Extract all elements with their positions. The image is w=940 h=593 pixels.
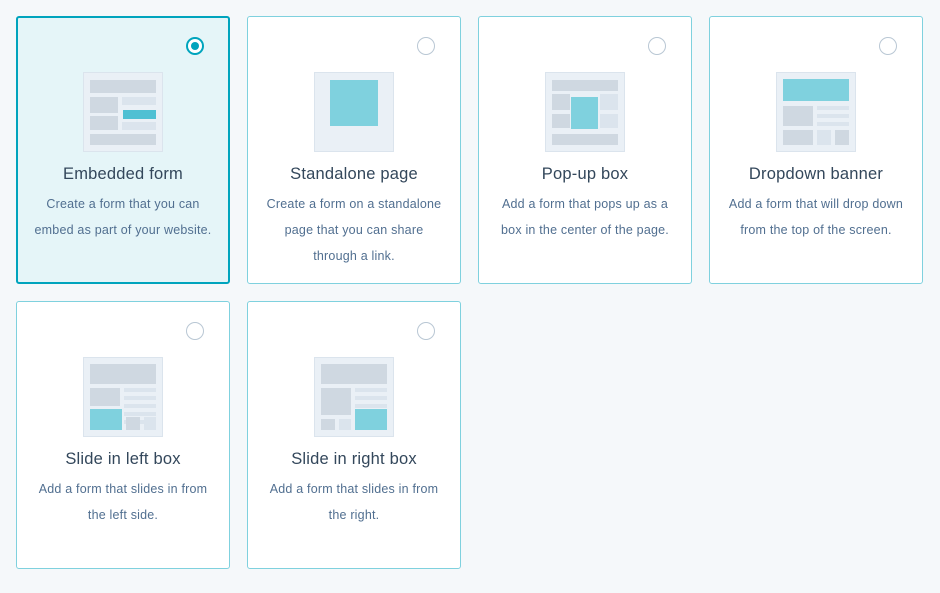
option-title: Embedded form	[63, 165, 183, 183]
option-card-slide-in-right[interactable]: Slide in right box Add a form that slide…	[247, 301, 461, 569]
option-description: Create a form that you can embed as part…	[34, 197, 212, 237]
slide-in-left-icon	[83, 357, 163, 437]
radio-standalone-page[interactable]	[417, 37, 435, 55]
radio-embedded-form[interactable]	[186, 37, 204, 55]
radio-dropdown-banner[interactable]	[879, 37, 897, 55]
option-card-standalone-page[interactable]: Standalone page Create a form on a stand…	[247, 16, 461, 284]
option-description: Create a form on a standalone page that …	[266, 197, 442, 263]
embedded-form-icon	[83, 72, 163, 152]
option-description: Add a form that slides in from the right…	[269, 482, 439, 522]
radio-slide-in-left[interactable]	[186, 322, 204, 340]
radio-slide-in-right[interactable]	[417, 322, 435, 340]
option-title: Slide in right box	[291, 450, 417, 468]
popup-box-icon	[545, 72, 625, 152]
option-title: Dropdown banner	[748, 165, 884, 183]
option-card-dropdown-banner[interactable]: Dropdown banner Add a form that will dro…	[709, 16, 923, 284]
option-title: Standalone page	[290, 165, 418, 183]
option-title: Slide in left box	[65, 450, 181, 468]
standalone-page-icon	[314, 72, 394, 152]
option-description: Add a form that will drop down from the …	[728, 197, 904, 237]
option-description: Add a form that slides in from the left …	[38, 482, 208, 522]
option-description: Add a form that pops up as a box in the …	[501, 197, 669, 237]
option-card-embedded-form[interactable]: Embedded form Create a form that you can…	[16, 16, 230, 284]
option-card-popup-box[interactable]: Pop-up box Add a form that pops up as a …	[478, 16, 692, 284]
dropdown-banner-icon	[776, 72, 856, 152]
option-card-slide-in-left[interactable]: Slide in left box Add a form that slides…	[16, 301, 230, 569]
radio-popup-box[interactable]	[648, 37, 666, 55]
option-title: Pop-up box	[541, 165, 629, 183]
slide-in-right-icon	[314, 357, 394, 437]
